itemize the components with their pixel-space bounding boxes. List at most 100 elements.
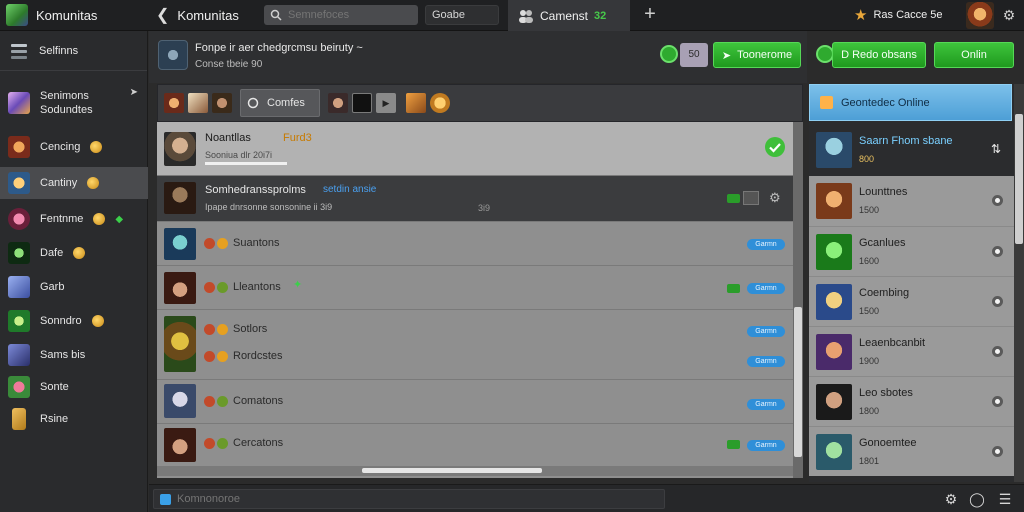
right-panel-scrollbar[interactable] bbox=[1014, 84, 1024, 482]
friend-row[interactable]: Leo sbotes 1800 bbox=[809, 376, 1014, 426]
profile-menu[interactable]: ★ Ras Cacce 5e bbox=[854, 3, 943, 27]
scroll-thumb[interactable] bbox=[362, 468, 542, 473]
mini-badge[interactable]: 50 bbox=[680, 43, 708, 67]
radio-icon[interactable] bbox=[992, 396, 1003, 407]
checkbox-icon[interactable] bbox=[160, 493, 171, 505]
friend-row[interactable]: Lounttnes 1500 bbox=[809, 176, 1014, 226]
sidebar-item-dafe[interactable]: Dafe bbox=[0, 237, 148, 269]
coin-icon bbox=[91, 315, 104, 327]
radio-icon[interactable] bbox=[992, 296, 1003, 307]
status-icon bbox=[204, 438, 215, 449]
sidebar-item-rsine[interactable]: Rsine bbox=[0, 403, 148, 435]
primary-action-button[interactable]: ➤ Toonerome bbox=[713, 42, 801, 68]
sidebar-item-garb[interactable]: Garb bbox=[0, 271, 148, 303]
sidebar-item-sams-bis[interactable]: Sams bis bbox=[0, 339, 148, 371]
sidebar-item-label: Cantiny bbox=[40, 177, 78, 189]
app-logo-icon bbox=[6, 4, 28, 26]
chat-row[interactable]: Somhedranssprolms setdin ansie Ipape dnr… bbox=[157, 176, 793, 222]
filter-row: Comfes ▶ bbox=[157, 84, 803, 122]
chat-list-scrollbar[interactable] bbox=[793, 122, 803, 478]
filter-avatar[interactable] bbox=[351, 93, 372, 113]
settings-icon[interactable]: ⚙ bbox=[999, 5, 1019, 25]
chat-row-name: Sotlors bbox=[233, 323, 268, 335]
status-icon bbox=[204, 282, 215, 293]
gem-icon: ◆ bbox=[115, 213, 124, 225]
friend-row[interactable]: Coembing 1500 bbox=[809, 276, 1014, 326]
coin-icon bbox=[93, 213, 106, 225]
tab-label: Camenst bbox=[540, 8, 589, 23]
secondary-action-button[interactable]: D Redo obsans bbox=[832, 42, 926, 68]
star-icon: ★ bbox=[854, 7, 868, 24]
filter-avatar[interactable] bbox=[164, 93, 184, 113]
chat-list-hscrollbar[interactable] bbox=[157, 466, 793, 476]
chat-row-name: Somhedranssprolms bbox=[205, 184, 306, 196]
radio-icon[interactable] bbox=[992, 446, 1003, 457]
right-panel-header[interactable]: Geontedec Online bbox=[809, 84, 1012, 121]
sidebar-item-label: Rsine bbox=[40, 413, 69, 425]
friend-row[interactable]: Gcanlues 1600 bbox=[809, 226, 1014, 276]
user-avatar[interactable] bbox=[966, 2, 994, 29]
chat-row[interactable]: Comatons Garmn bbox=[157, 380, 793, 424]
chevron-right-icon[interactable]: ▶ bbox=[375, 93, 396, 113]
avatar bbox=[816, 183, 852, 219]
friend-name: Lounttnes bbox=[859, 186, 908, 198]
chat-row-name: Cercatons bbox=[233, 437, 284, 449]
radio-icon[interactable] bbox=[992, 346, 1003, 357]
filter-avatar[interactable] bbox=[405, 93, 426, 113]
game-icon bbox=[8, 208, 30, 230]
chat-row[interactable]: Noantllas Furd3 Sooniua dlr 20i7i bbox=[157, 122, 793, 176]
sidebar-item-fentnme[interactable]: Fentnme ◆ bbox=[0, 203, 148, 235]
avatar bbox=[164, 132, 196, 166]
radio-icon[interactable] bbox=[992, 246, 1003, 257]
chat-row[interactable]: Sotlors Rordcstes Garmn Garmn bbox=[157, 310, 793, 380]
game-icon bbox=[8, 172, 30, 194]
tools-icon bbox=[11, 43, 27, 59]
filter-avatar[interactable] bbox=[188, 93, 208, 113]
circle-icon[interactable]: ◯ bbox=[967, 489, 987, 509]
add-tab-button[interactable]: + bbox=[636, 3, 664, 27]
primary-action-label: Toonerome bbox=[737, 49, 793, 61]
scroll-thumb[interactable] bbox=[1015, 114, 1023, 244]
app-brand[interactable]: Komunitas bbox=[6, 3, 97, 27]
friend-status: 1801 bbox=[859, 456, 880, 466]
game-icon bbox=[8, 136, 30, 158]
radio-icon[interactable] bbox=[992, 195, 1003, 206]
sort-icon[interactable]: ⇅ bbox=[991, 142, 1001, 156]
compose-box[interactable] bbox=[153, 489, 665, 509]
friend-row[interactable]: Leaenbcanbit 1900 bbox=[809, 326, 1014, 376]
avatar bbox=[164, 272, 196, 304]
sidebar-item-senimons[interactable]: Senimons Sodundtes ➤ bbox=[0, 81, 148, 125]
tab-chat[interactable]: Camenst 32 bbox=[508, 0, 630, 31]
filter-avatar[interactable] bbox=[429, 93, 450, 113]
search-input[interactable] bbox=[288, 9, 408, 21]
filter-avatar[interactable] bbox=[327, 93, 348, 113]
filter-pill[interactable]: Comfes bbox=[240, 89, 320, 117]
chat-row-sub: Ipape dnrsonne sonsonine ii 3i9 bbox=[205, 202, 333, 212]
search-button[interactable]: Goabe bbox=[425, 5, 499, 25]
chat-row[interactable]: Lleantons ✦ Garmn bbox=[157, 266, 793, 310]
sidebar-item-cencing[interactable]: Cencing bbox=[0, 131, 148, 163]
sidebar-item-sonndro[interactable]: Sonndro bbox=[0, 305, 148, 337]
group-title[interactable]: Fonpe ir aer chedgrcmsu beiruty ~ bbox=[195, 42, 363, 54]
online-button[interactable]: Onlin bbox=[934, 42, 1014, 68]
menu-icon[interactable]: ☰ bbox=[995, 489, 1015, 509]
sidebar-item-cantiny[interactable]: Cantiny bbox=[0, 167, 148, 199]
scroll-thumb[interactable] bbox=[794, 307, 802, 457]
friend-status: 1800 bbox=[859, 406, 880, 416]
settings-icon[interactable]: ⚙ bbox=[769, 190, 781, 206]
friend-row[interactable]: Saarn Fhom sbane 800 ⇅ bbox=[809, 124, 1014, 176]
sidebar-item-sonte[interactable]: Sonte bbox=[0, 371, 148, 403]
group-icon[interactable] bbox=[158, 40, 188, 70]
avatar bbox=[816, 132, 852, 168]
back-button[interactable]: ❮ Komunitas bbox=[156, 4, 239, 26]
gear-icon[interactable]: ⚙ bbox=[941, 489, 961, 509]
status-icon bbox=[217, 438, 228, 449]
message-input[interactable] bbox=[177, 493, 597, 505]
search-box[interactable] bbox=[264, 5, 418, 25]
chat-row[interactable]: Suantons Garmn bbox=[157, 222, 793, 266]
friend-row[interactable]: Gonoemtee 1801 bbox=[809, 426, 1014, 476]
profile-name: Ras Cacce 5e bbox=[873, 9, 943, 21]
chat-row-name: Suantons bbox=[233, 237, 280, 249]
filter-avatar[interactable] bbox=[212, 93, 232, 113]
sidebar-header[interactable]: Selfinns bbox=[0, 31, 147, 71]
